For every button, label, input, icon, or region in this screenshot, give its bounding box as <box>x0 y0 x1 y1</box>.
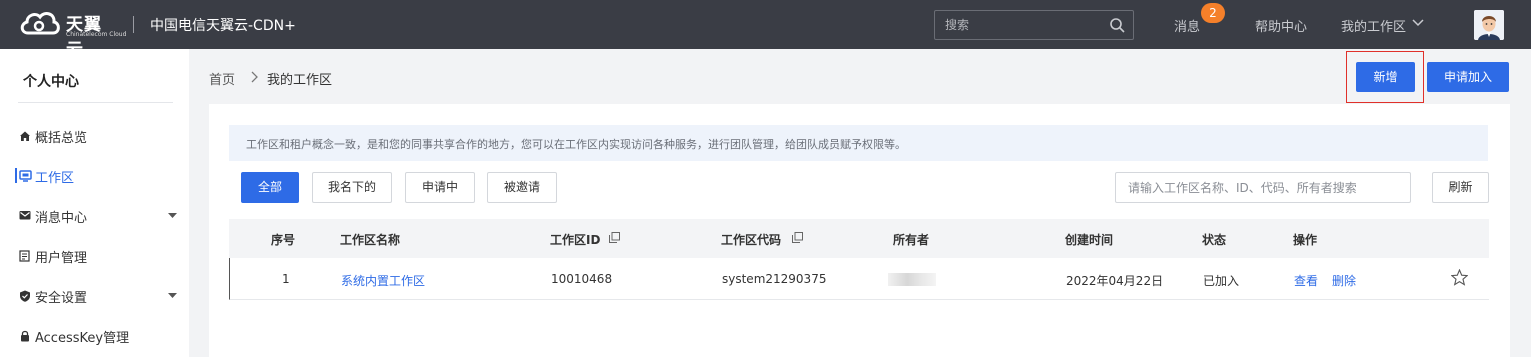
star-icon[interactable] <box>1451 269 1468 286</box>
refresh-button[interactable]: 刷新 <box>1432 172 1489 203</box>
filter-all-button[interactable]: 全部 <box>241 172 299 203</box>
brand-logo[interactable]: 天翼云 Chinatelecom Cloud <box>18 9 126 60</box>
avatar-image <box>1474 10 1504 40</box>
nav-help-center[interactable]: 帮助中心 <box>1255 16 1307 35</box>
sidebar-title: 个人中心 <box>23 74 79 90</box>
delete-link[interactable]: 删除 <box>1332 272 1356 289</box>
cell-workspace-id: 10010468 <box>551 272 613 286</box>
header-divider <box>133 16 134 33</box>
copy-icon[interactable] <box>609 232 620 243</box>
shield-icon <box>20 290 30 302</box>
table-search[interactable] <box>1115 172 1411 203</box>
sidebar-item-workspace[interactable]: 工作区 <box>0 164 189 188</box>
top-navigation-bar: 天翼云 Chinatelecom Cloud 中国电信天翼云-CDN+ 消息 2… <box>0 0 1531 60</box>
add-workspace-button[interactable]: 新增 <box>1356 62 1415 92</box>
info-text: 工作区和租户概念一致，是和您的同事共享合作的地方，您可以在工作区内实现访问各种服… <box>246 138 906 151</box>
copy-icon[interactable] <box>792 232 803 243</box>
column-header-name: 工作区名称 <box>340 233 401 247</box>
sidebar-item-messages[interactable]: 消息中心 <box>0 204 189 228</box>
cloud-logo-icon <box>20 12 60 35</box>
sidebar-item-users[interactable]: 用户管理 <box>0 244 189 268</box>
column-header-code: 工作区代码 <box>721 233 782 247</box>
workspace-icon <box>19 170 32 182</box>
caret-down-icon[interactable] <box>168 213 177 219</box>
home-icon <box>20 131 30 141</box>
nav-my-workspace[interactable]: 我的工作区 <box>1341 16 1406 35</box>
sidebar-divider <box>18 102 173 103</box>
view-link[interactable]: 查看 <box>1294 272 1318 289</box>
sidebar-item-label: 用户管理 <box>35 251 88 266</box>
user-doc-icon <box>19 250 30 262</box>
table-row: 1 系统内置工作区 10010468 system21290375 2022年0… <box>229 258 1489 300</box>
chevron-down-icon[interactable] <box>1412 18 1424 28</box>
info-banner: 工作区和租户概念一致，是和您的同事共享合作的地方，您可以在工作区内实现访问各种服… <box>229 125 1488 161</box>
workspace-name-link[interactable]: 系统内置工作区 <box>341 272 425 289</box>
nav-messages[interactable]: 消息 <box>1174 16 1200 35</box>
workspace-card: 工作区和租户概念一致，是和您的同事共享合作的地方，您可以在工作区内实现访问各种服… <box>209 104 1510 357</box>
table-header: 序号 工作区名称 工作区ID 工作区代码 所有者 创建时间 状态 操作 <box>229 219 1489 258</box>
filter-invited-button[interactable]: 被邀请 <box>487 172 557 203</box>
sidebar-item-label: AccessKey管理 <box>35 331 130 346</box>
global-search[interactable] <box>934 10 1134 40</box>
sidebar-item-accesskey[interactable]: AccessKey管理 <box>0 324 189 348</box>
caret-down-icon[interactable] <box>168 293 177 299</box>
cell-workspace-code: system21290375 <box>722 272 827 286</box>
global-search-input[interactable] <box>935 11 1105 39</box>
search-icon[interactable] <box>1109 17 1125 33</box>
apply-join-button[interactable]: 申请加入 <box>1427 62 1509 92</box>
sidebar-item-security[interactable]: 安全设置 <box>0 284 189 308</box>
column-header-id: 工作区ID <box>550 233 601 247</box>
sidebar-item-label: 安全设置 <box>35 291 88 306</box>
breadcrumb-current: 我的工作区 <box>267 73 333 88</box>
cell-status: 已加入 <box>1203 274 1240 288</box>
sidebar-item-label: 消息中心 <box>35 211 88 226</box>
chevron-right-icon <box>251 71 258 83</box>
filter-pending-button[interactable]: 申请中 <box>405 172 475 203</box>
owner-redacted <box>888 273 936 286</box>
breadcrumb-home[interactable]: 首页 <box>209 69 235 88</box>
cell-created-date: 2022年04月22日 <box>1066 274 1164 288</box>
column-header-status: 状态 <box>1202 233 1227 247</box>
sidebar-item-overview[interactable]: 概括总览 <box>0 124 189 148</box>
cell-index: 1 <box>282 272 290 286</box>
mail-icon <box>19 211 31 220</box>
column-header-owner: 所有者 <box>893 233 930 247</box>
lock-icon <box>21 330 29 342</box>
message-count-badge: 2 <box>1201 3 1225 23</box>
user-avatar[interactable] <box>1474 10 1504 40</box>
sidebar-item-label: 工作区 <box>35 171 75 186</box>
column-header-actions: 操作 <box>1293 233 1318 247</box>
filter-mine-button[interactable]: 我名下的 <box>312 172 392 203</box>
column-header-index: 序号 <box>271 233 296 247</box>
sidebar: 个人中心 概括总览 工作区 消息中心 用户管理 安全设置 AccessKey管理 <box>0 49 189 357</box>
sidebar-item-label: 概括总览 <box>35 131 88 146</box>
table-search-input[interactable] <box>1116 173 1410 202</box>
product-title[interactable]: 中国电信天翼云-CDN+ <box>150 15 296 35</box>
column-header-created: 创建时间 <box>1065 233 1114 247</box>
active-indicator <box>15 168 17 183</box>
logo-subtext: Chinatelecom Cloud <box>66 31 127 38</box>
